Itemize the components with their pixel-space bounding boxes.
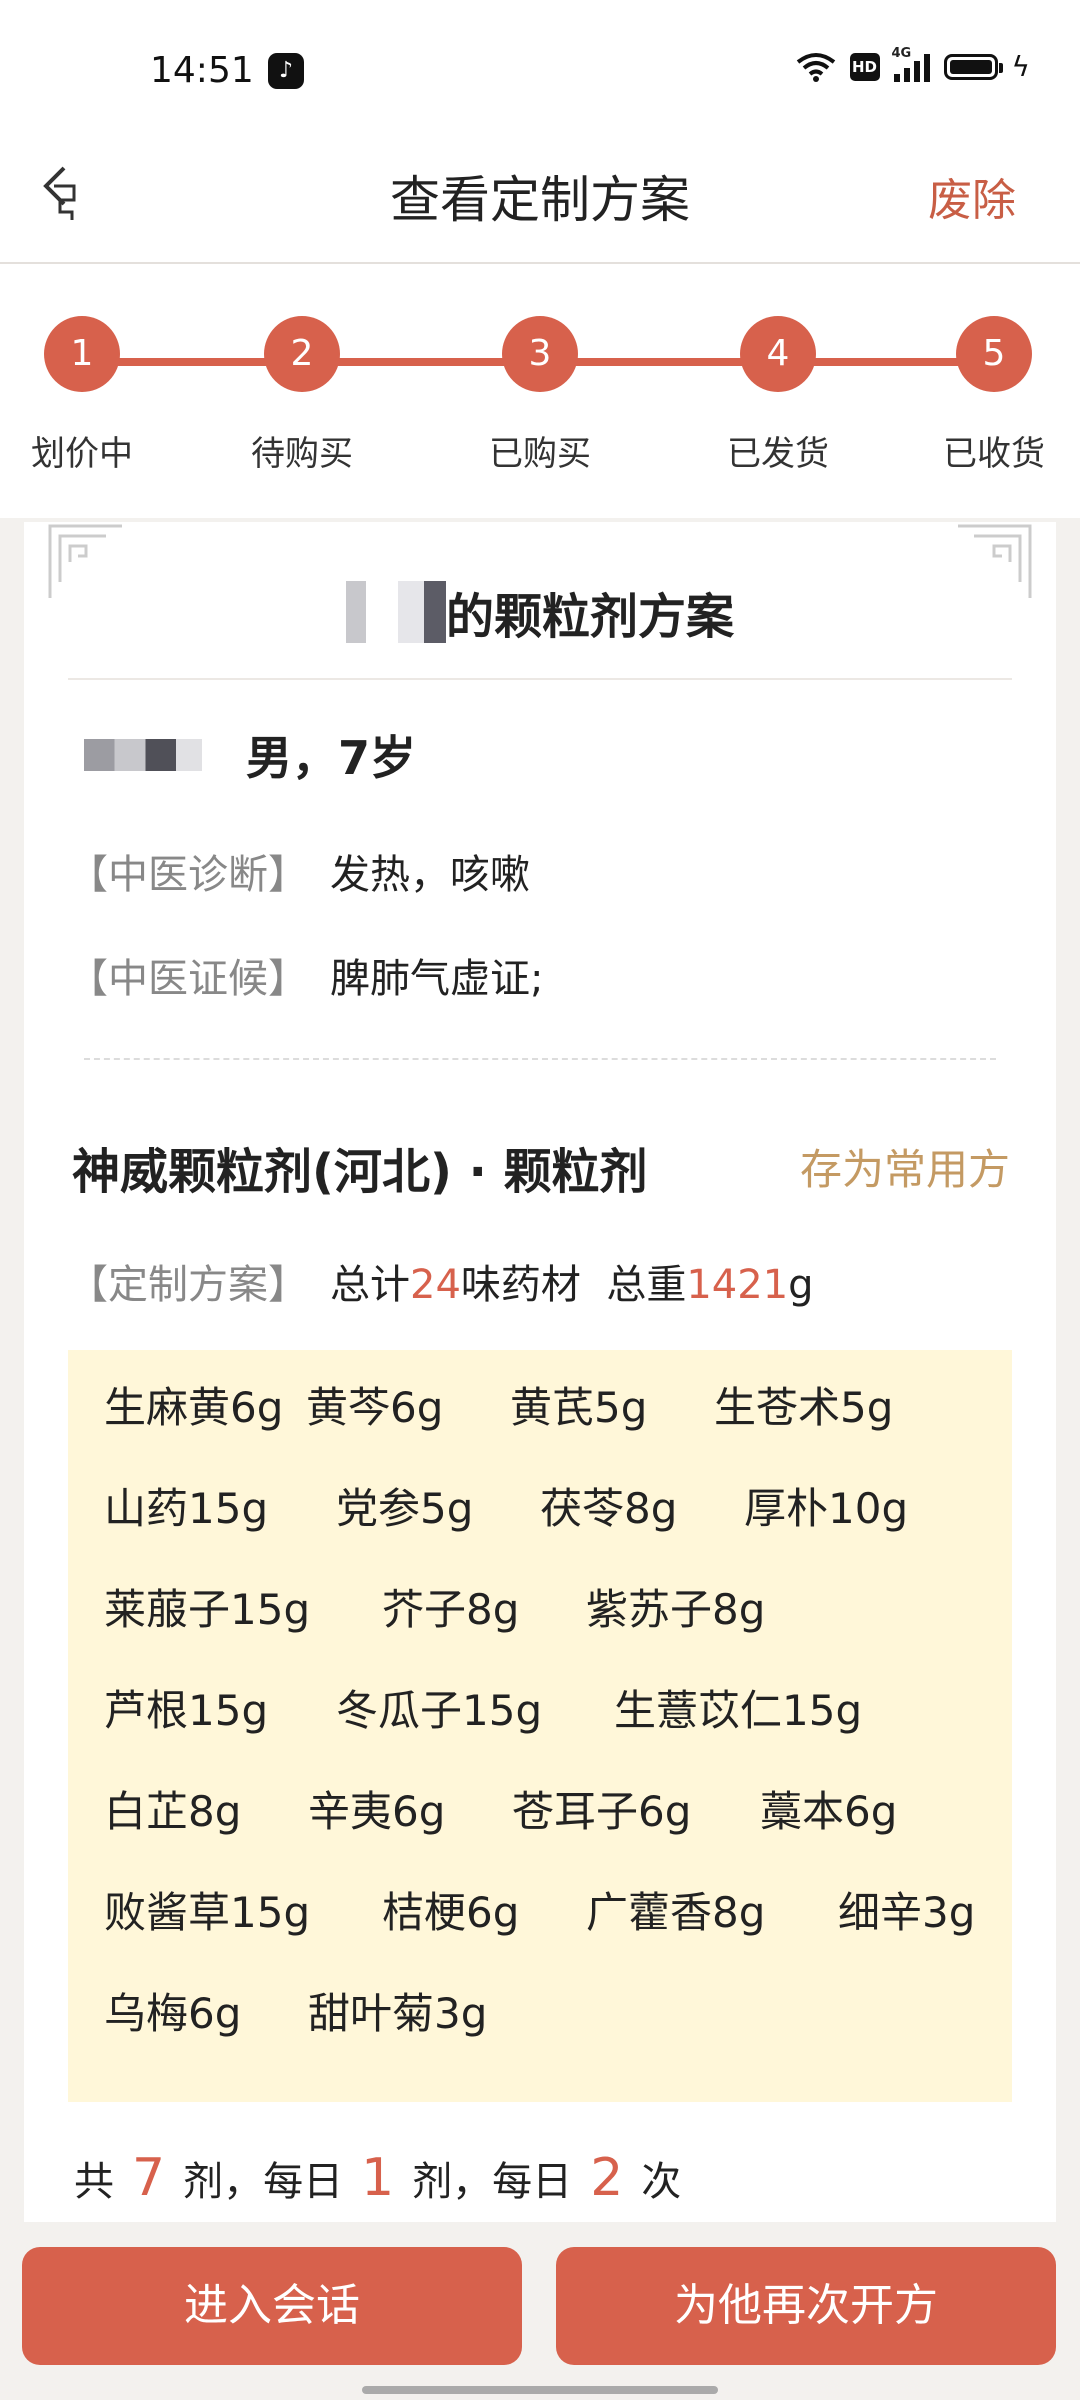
- step-circle: 3: [502, 316, 578, 392]
- step-circle: 4: [740, 316, 816, 392]
- dosage-times: 2: [590, 2148, 624, 2208]
- medicine-name: 神威颗粒剂(河北) · 颗粒剂: [72, 1144, 648, 1200]
- dosage-part2: 剂，每日: [412, 2159, 573, 2205]
- network-type: 4G: [891, 45, 912, 61]
- step-circle: 5: [956, 316, 1032, 392]
- hd-icon: HD: [849, 52, 880, 81]
- step-circle: 2: [264, 316, 340, 392]
- diagnosis-value: 发热，咳嗽: [330, 852, 530, 898]
- plan-count: 24: [410, 1262, 461, 1308]
- card-title-row: 的颗粒剂方案: [24, 562, 1056, 662]
- step-1: 1 划价中: [2, 316, 162, 475]
- plan-row: 【定制方案】 总计24味药材 总重1421g: [68, 1252, 814, 1310]
- step-label: 已发货: [727, 434, 829, 474]
- herb-item: 生麻黄6g: [104, 1383, 284, 1432]
- herb-item: 山药15g: [104, 1484, 269, 1533]
- herb-item: 茯苓8g: [540, 1484, 678, 1533]
- herb-item: 败酱草15g: [104, 1888, 311, 1937]
- battery-icon: [943, 53, 1003, 80]
- dosage-part3: 次: [641, 2159, 682, 2205]
- syndrome-label: 【中医证候】: [68, 956, 308, 1002]
- dosage-row: 共 7 剂，每日 1 剂，每日 2 次: [74, 2148, 681, 2208]
- herb-item: 芦根15g: [104, 1686, 269, 1735]
- herb-item: 桔梗6g: [382, 1888, 520, 1937]
- abolish-button[interactable]: 废除: [928, 164, 1016, 228]
- herb-item: 藁本6g: [760, 1787, 898, 1836]
- plan-summary: 总计24味药材 总重1421g: [330, 1252, 814, 1310]
- dosage-prefix: 共: [74, 2159, 114, 2205]
- status-time: 14:51: [150, 50, 254, 91]
- plan-weight-unit: g: [788, 1262, 814, 1308]
- dashed-divider: [84, 1058, 996, 1060]
- redacted-patient-name: [84, 739, 202, 771]
- herb-item: 甜叶菊3g: [308, 1989, 488, 2038]
- step-5: 5 已收货: [914, 316, 1074, 475]
- card-title: 的颗粒剂方案: [445, 589, 734, 645]
- step-label: 待购买: [251, 434, 353, 474]
- herb-item: 细辛3g: [838, 1888, 976, 1937]
- enter-chat-button[interactable]: 进入会话: [22, 2247, 522, 2365]
- plan-weight: 1421: [686, 1262, 789, 1308]
- herb-item: 莱菔子15g: [104, 1585, 311, 1634]
- herb-item: 芥子8g: [382, 1585, 520, 1634]
- herb-list: 生麻黄6g 黄芩6g 黄芪5g 生苍术5g 山药15g 党参5g 茯苓8g 厚朴…: [68, 1350, 1012, 2102]
- diagnosis-label: 【中医诊断】: [68, 852, 308, 898]
- dosage-per-day: 1: [361, 2148, 395, 2208]
- nav-bar: 查看定制方案 废除: [0, 130, 1080, 264]
- herb-item: 黄芪5g: [510, 1383, 648, 1432]
- signal-icon: 4G: [892, 46, 930, 82]
- syndrome-value: 脾肺气虚证;: [330, 956, 544, 1002]
- wifi-icon: [796, 52, 835, 82]
- herb-item: 广藿香8g: [586, 1888, 766, 1937]
- home-indicator[interactable]: [362, 2386, 718, 2394]
- syndrome-row: 【中医证候】 脾肺气虚证;: [68, 946, 543, 1004]
- page-title: 查看定制方案: [390, 171, 690, 229]
- redacted-name: [345, 581, 446, 643]
- herb-item: 厚朴10g: [744, 1484, 909, 1533]
- herb-item: 生苍术5g: [714, 1383, 894, 1432]
- step-4: 4 已发货: [698, 316, 858, 475]
- step-3: 3 已购买: [460, 316, 620, 475]
- herb-item: 乌梅6g: [104, 1989, 242, 2038]
- step-label: 已收货: [943, 434, 1045, 474]
- step-2: 2 待购买: [222, 316, 382, 475]
- charging-icon: ϟ: [1011, 50, 1030, 83]
- patient-row: 男，7岁: [84, 722, 416, 788]
- plan-total-prefix: 总计: [330, 1262, 410, 1308]
- step-label: 划价中: [31, 434, 133, 474]
- represcribe-button[interactable]: 为他再次开方: [556, 2247, 1056, 2365]
- status-bar: 14:51 ♪ HD 4G ϟ: [0, 0, 1080, 130]
- herb-item: 黄芩6g: [306, 1383, 444, 1432]
- progress-steps: 1 划价中 2 待购买 3 已购买 4 已发货 5 已收货: [0, 264, 1080, 518]
- save-favorite-button[interactable]: 存为常用方: [800, 1136, 1010, 1197]
- step-label: 已购买: [489, 434, 591, 474]
- prescription-card: 的颗粒剂方案 男，7岁 【中医诊断】 发热，咳嗽 【中医证候】 脾肺气虚证; 神…: [24, 522, 1056, 2222]
- herb-item: 冬瓜子15g: [336, 1686, 543, 1735]
- plan-weight-prefix: 总重: [606, 1262, 687, 1308]
- herb-item: 苍耳子6g: [512, 1787, 692, 1836]
- plan-count-suffix: 味药材: [460, 1262, 581, 1308]
- tiktok-icon: ♪: [268, 53, 304, 89]
- step-circle: 1: [44, 316, 120, 392]
- herb-item: 生薏苡仁15g: [614, 1686, 863, 1735]
- patient-info: 男，7岁: [246, 731, 417, 785]
- dosage-doses: 7: [132, 2148, 166, 2208]
- herb-item: 辛夷6g: [308, 1787, 446, 1836]
- herb-item: 党参5g: [336, 1484, 474, 1533]
- divider: [68, 678, 1012, 680]
- dosage-part1: 剂，每日: [183, 2159, 344, 2205]
- herb-item: 白芷8g: [104, 1787, 242, 1836]
- diagnosis-row: 【中医诊断】 发热，咳嗽: [68, 842, 530, 900]
- plan-label: 【定制方案】: [68, 1262, 308, 1308]
- herb-item: 紫苏子8g: [586, 1585, 766, 1634]
